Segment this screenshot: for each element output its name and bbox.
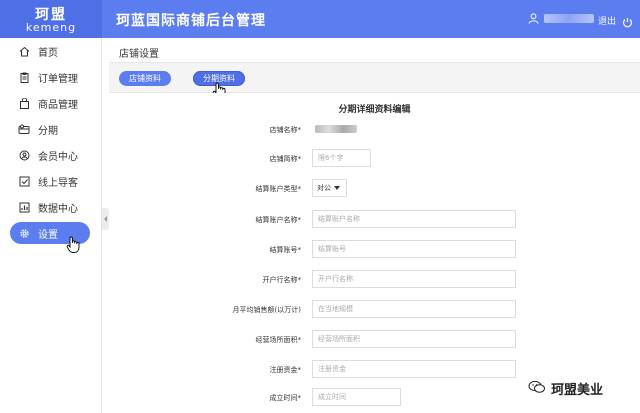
established-date-input[interactable]: 成立时间 — [312, 388, 401, 406]
bank-name-input[interactable]: 开户行名称 — [312, 270, 516, 288]
sidebar-item-label: 设置 — [38, 229, 58, 241]
sidebar-collapse-handle[interactable] — [102, 208, 109, 230]
logout-link[interactable]: 退出 — [598, 14, 616, 27]
bag-icon — [18, 97, 30, 109]
sidebar-item-label: 会员中心 — [38, 151, 78, 163]
form-title: 分期详细资料编辑 — [338, 105, 411, 115]
user-menu[interactable] — [528, 13, 594, 24]
field-label: 注册资金* — [269, 366, 302, 374]
business-area-input[interactable]: 经营场所面积 — [312, 330, 516, 348]
watermark-text: 珂盟美业 — [551, 383, 604, 398]
sidebar-item-label: 数据中心 — [38, 203, 78, 215]
logout-icon[interactable] — [622, 13, 633, 32]
field-label: 成立时间* — [269, 394, 302, 402]
top-bar: 珂盟 kemeng 珂蓝国际商铺后台管理 退出 — [0, 0, 640, 38]
store-name-value-redacted — [315, 125, 357, 133]
sidebar-item-home[interactable]: 首页 — [10, 40, 90, 62]
tabs-bar: 店铺资料 分期资料 — [109, 63, 640, 93]
user-name-redacted — [544, 14, 594, 23]
breadcrumb: 店铺设置 — [119, 49, 159, 60]
card-icon — [18, 123, 30, 135]
logo[interactable]: 珂盟 kemeng — [0, 0, 102, 38]
gear-icon — [18, 227, 30, 239]
sidebar-item-orders[interactable]: 订单管理 — [10, 66, 90, 88]
field-label: 结算账号* — [269, 246, 302, 254]
account-type-select[interactable]: 对公 — [312, 179, 347, 197]
sidebar-item-products[interactable]: 商品管理 — [10, 92, 90, 114]
sidebar-item-label: 分期 — [38, 125, 58, 137]
checkbox-icon — [18, 175, 30, 187]
sidebar: 首页 订单管理 商品管理 分期 会员中心 线上导客 数据中心 设置 — [0, 38, 102, 413]
logo-en-text: kemeng — [25, 21, 77, 34]
field-label: 店铺简称* — [269, 155, 302, 163]
sidebar-item-label: 线上导客 — [38, 177, 78, 189]
account-type-value: 对公 — [317, 184, 331, 192]
sidebar-item-label: 商品管理 — [38, 99, 78, 111]
clipboard-icon — [18, 71, 30, 83]
installment-form: 分期详细资料编辑 店铺名称* 店铺简称* 限6个字 结算账户类型* 对公 结算账… — [109, 93, 640, 413]
account-name-input[interactable]: 结算账户名称 — [312, 210, 516, 228]
sidebar-item-data-center[interactable]: 数据中心 — [10, 196, 90, 218]
chevron-down-icon — [334, 186, 340, 190]
member-icon — [18, 149, 30, 161]
account-number-input[interactable]: 结算账号 — [312, 240, 516, 258]
store-short-name-input[interactable]: 限6个字 — [312, 149, 371, 167]
field-label: 经营场所面积* — [255, 336, 302, 344]
field-label: 月平均销售额(以万计) — [232, 306, 301, 314]
field-label: 结算账户类型* — [255, 185, 302, 193]
hand-cursor-icon — [66, 236, 80, 253]
field-label: 结算账户名称* — [255, 216, 302, 224]
field-label: 店铺名称* — [269, 126, 302, 134]
sidebar-item-label: 首页 — [38, 47, 58, 59]
breadcrumb-bar: 店铺设置 — [109, 38, 640, 63]
user-icon — [528, 13, 539, 24]
sidebar-item-installment[interactable]: 分期 — [10, 118, 90, 140]
registered-capital-input[interactable]: 注册资金 — [312, 360, 516, 378]
sidebar-item-online-guide[interactable]: 线上导客 — [10, 170, 90, 192]
chart-icon — [18, 201, 30, 213]
tab-store-profile[interactable]: 店铺资料 — [119, 71, 171, 86]
field-label: 开户行名称* — [262, 276, 302, 284]
app-title: 珂蓝国际商铺后台管理 — [116, 13, 266, 29]
wechat-icon — [528, 380, 546, 398]
home-icon — [18, 45, 30, 57]
sidebar-item-members[interactable]: 会员中心 — [10, 144, 90, 166]
sidebar-item-label: 订单管理 — [38, 73, 78, 85]
monthly-sales-input[interactable]: 在当地规模 — [312, 300, 516, 318]
watermark: 珂盟美业 — [528, 379, 603, 398]
